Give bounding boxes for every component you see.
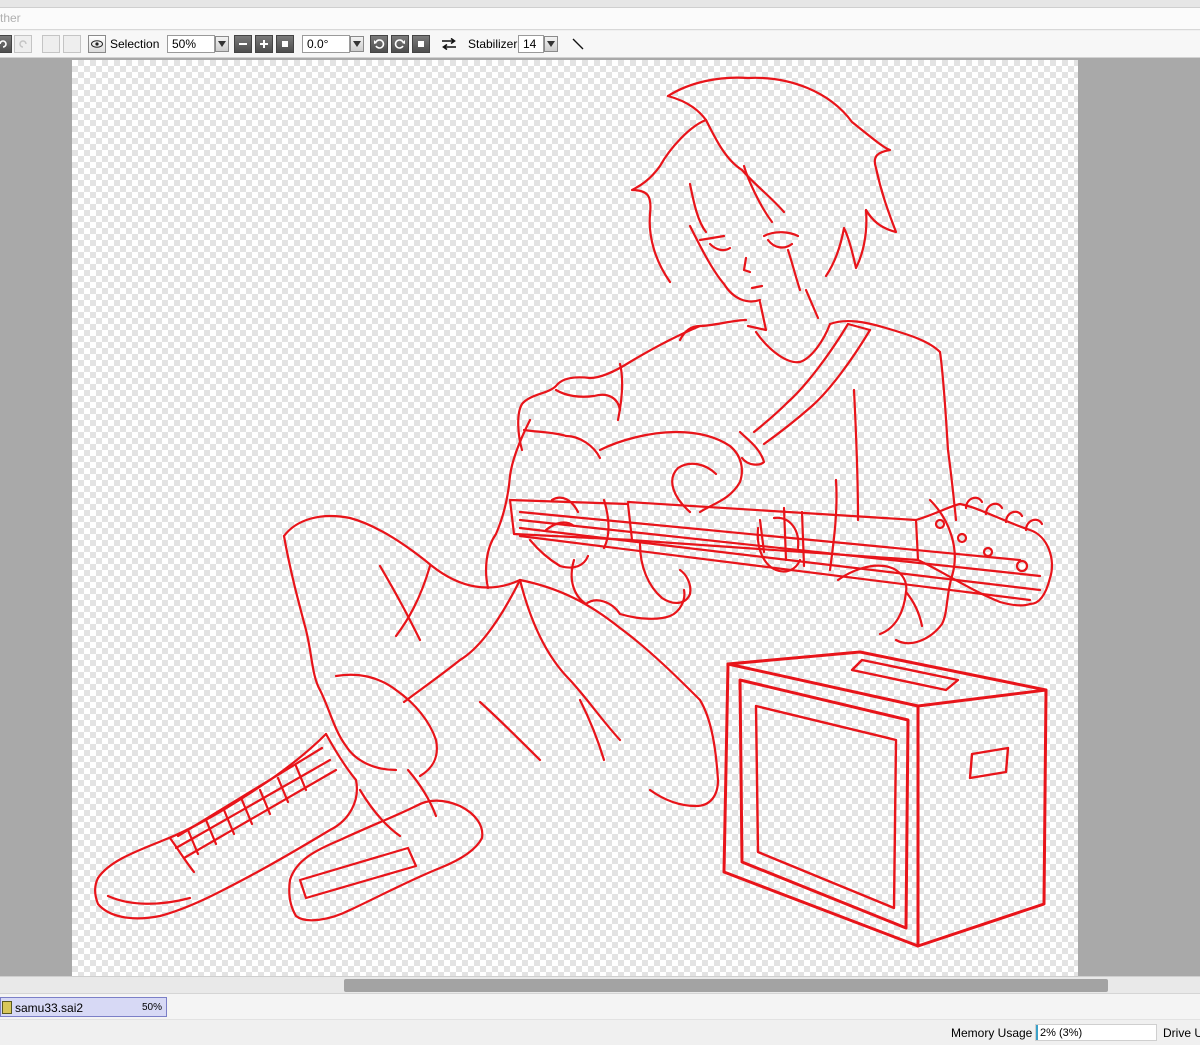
line-art-drawing — [93, 76, 1054, 948]
memory-usage-fill — [1036, 1025, 1038, 1040]
document-tab-zoom: 50% — [141, 1002, 162, 1013]
rotate-cw-icon[interactable] — [391, 35, 409, 53]
canvas-paper[interactable] — [72, 60, 1078, 976]
paint-tool-sai-window: ther Selection 50% 0.0° Stabilizer 14 sa… — [0, 0, 1200, 1045]
zoom-reset-icon[interactable] — [276, 35, 294, 53]
select-deselect-icon[interactable] — [42, 35, 60, 53]
rotate-ccw-icon[interactable] — [370, 35, 388, 53]
toolbar: Selection 50% 0.0° Stabilizer 14 — [0, 31, 1200, 58]
zoom-out-icon[interactable] — [234, 35, 252, 53]
menu-item-partial[interactable]: ther — [0, 11, 21, 25]
file-icon — [2, 1001, 12, 1014]
zoom-in-icon[interactable] — [255, 35, 273, 53]
rotation-dropdown-icon[interactable] — [350, 36, 364, 52]
zoom-dropdown-icon[interactable] — [215, 36, 229, 52]
document-tabs: samu33.sai2 50% — [0, 993, 1200, 1019]
eye-icon[interactable] — [88, 35, 106, 53]
redo-icon[interactable] — [14, 35, 32, 53]
drive-usage-label: Drive U — [1163, 1026, 1200, 1040]
memory-usage-bar: 2% (3%) — [1035, 1024, 1157, 1041]
memory-usage-label: Memory Usage — [951, 1026, 1033, 1040]
view-mode-label: Selection — [110, 37, 160, 51]
rotation-field[interactable]: 0.0° — [302, 35, 350, 53]
document-tab[interactable]: samu33.sai2 50% — [0, 997, 167, 1017]
canvas-viewport[interactable] — [0, 58, 1200, 976]
stabilizer-label: Stabilizer — [468, 37, 518, 51]
stabilizer-dropdown-icon[interactable] — [544, 36, 558, 52]
memory-usage-value: 2% (3%) — [1040, 1027, 1083, 1039]
scrollbar-thumb[interactable] — [344, 979, 1108, 992]
undo-icon[interactable] — [0, 35, 12, 53]
document-tab-filename: samu33.sai2 — [15, 1001, 84, 1015]
title-bar — [0, 0, 1200, 8]
select-invert-icon[interactable] — [63, 35, 81, 53]
menu-bar: ther — [0, 8, 1200, 30]
line-tool-icon[interactable] — [569, 35, 587, 53]
flip-icon[interactable] — [440, 35, 458, 53]
rotate-reset-icon[interactable] — [412, 35, 430, 53]
zoom-field[interactable]: 50% — [167, 35, 215, 53]
horizontal-scrollbar[interactable] — [0, 976, 1200, 993]
stabilizer-field[interactable]: 14 — [518, 35, 544, 53]
status-bar: Memory Usage 2% (3%) Drive U — [0, 1019, 1200, 1045]
